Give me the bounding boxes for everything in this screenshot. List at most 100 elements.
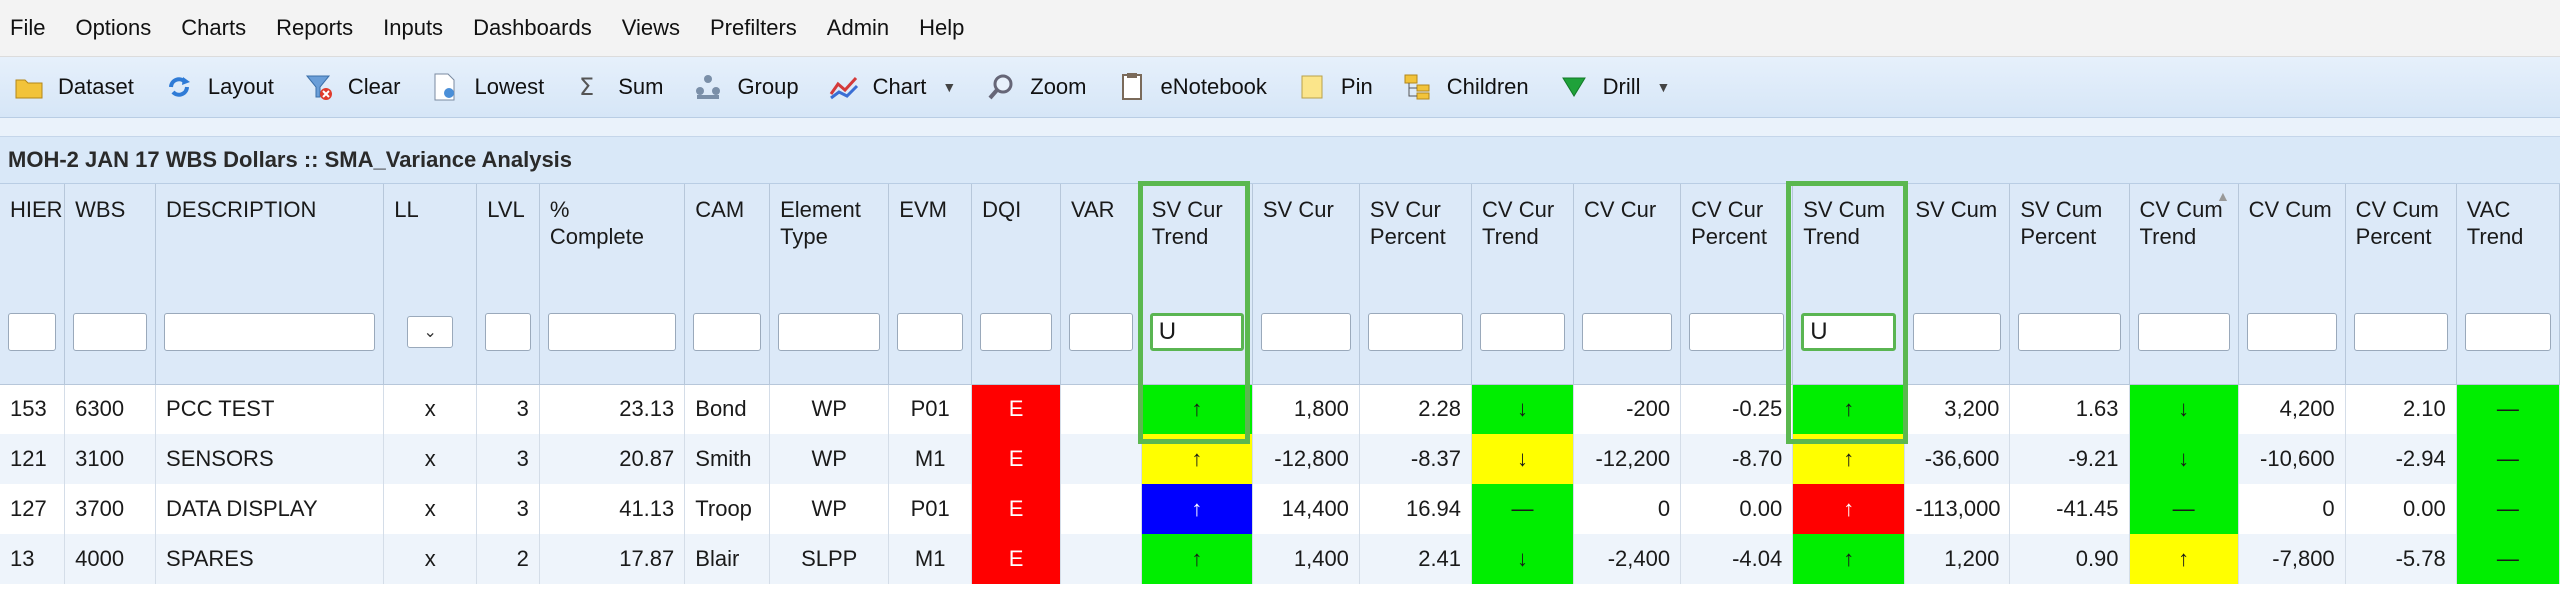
layout-button[interactable]: Layout [164, 72, 274, 102]
column-header-desc[interactable]: DESCRIPTION [155, 184, 385, 281]
funnel-clear-icon [304, 72, 334, 102]
column-header-sv-cum-pct[interactable]: SV Cum Percent [2009, 184, 2130, 281]
column-header-sv-cum-trend[interactable]: SV Cum Trend [1792, 184, 1906, 281]
menu-file[interactable]: File [10, 15, 45, 41]
cv-cur-pct-filter-input[interactable] [1689, 313, 1785, 352]
cell-cv-cur-trend: ↓ [1471, 384, 1575, 434]
menu-admin[interactable]: Admin [827, 15, 889, 41]
cell-sv-cur-pct: 16.94 [1359, 484, 1473, 534]
column-header-cv-cur[interactable]: CV Cur [1573, 184, 1682, 281]
cell-sv-cum: 3,200 [1904, 384, 2011, 434]
cell-sv-cum: 1,200 [1904, 534, 2011, 584]
column-header-var[interactable]: VAR [1060, 184, 1142, 281]
cell-hier: 127 [0, 484, 66, 534]
sv-cum-filter-input[interactable] [1913, 313, 2002, 352]
column-header-ll[interactable]: LL [383, 184, 478, 281]
cv-cur-trend-filter-input[interactable] [1480, 313, 1566, 352]
cam-filter-input[interactable] [693, 313, 762, 352]
dataset-button[interactable]: Dataset [14, 72, 134, 102]
menu-reports[interactable]: Reports [276, 15, 353, 41]
sv-cum-pct-filter-input[interactable] [2018, 313, 2121, 352]
chevron-down-icon[interactable]: ▼ [1657, 79, 1671, 95]
column-header-cv-cur-trend[interactable]: CV Cur Trend [1471, 184, 1575, 281]
column-header-wbs[interactable]: WBS [64, 184, 157, 281]
cell-vac-trend: — [2456, 484, 2560, 534]
dqi-filter-input[interactable] [980, 313, 1052, 352]
children-button[interactable]: Children [1403, 72, 1529, 102]
chevron-down-icon[interactable]: ▼ [942, 79, 956, 95]
hier-filter-input[interactable] [8, 313, 57, 352]
column-header-cv-cum[interactable]: CV Cum [2238, 184, 2346, 281]
cell-evm: M1 [888, 434, 973, 484]
column-header-evm[interactable]: EVM [888, 184, 973, 281]
evm-filter-input[interactable] [897, 313, 964, 352]
column-header-lvl[interactable]: LVL [476, 184, 540, 281]
desc-filter-input[interactable] [164, 313, 376, 352]
column-header-cam[interactable]: CAM [684, 184, 771, 281]
cv-cum-filter-input[interactable] [2246, 313, 2337, 352]
column-header-etype[interactable]: Element Type [769, 184, 890, 281]
column-header-line1: CV Cum [2355, 197, 2439, 222]
column-header-vac-trend[interactable]: VAC Trend [2456, 184, 2560, 281]
column-header-sv-cur[interactable]: SV Cur [1252, 184, 1360, 281]
menu-views[interactable]: Views [622, 15, 680, 41]
cell-sv-cum: -113,000 [1904, 484, 2011, 534]
column-header-line2: Complete [549, 224, 644, 249]
filter-cell [769, 281, 890, 385]
column-header-pct[interactable]: % Complete [539, 184, 686, 281]
table-row[interactable]: 121 3100 SENSORS x 3 20.87 Smith WP M1 E ↑ -12,800-… [0, 434, 2560, 484]
filter-cell [888, 281, 973, 385]
column-header-cv-cur-pct[interactable]: CV Cur Percent [1680, 184, 1794, 281]
group-button[interactable]: Group [693, 72, 799, 102]
clear-button[interactable]: Clear [304, 72, 401, 102]
column-header-line1: SV Cum [2020, 197, 2103, 222]
var-filter-input[interactable] [1068, 313, 1133, 352]
sv-cur-filter-input[interactable] [1260, 313, 1351, 352]
cv-cum-pct-filter-input[interactable] [2353, 313, 2448, 352]
clear-label: Clear [347, 74, 401, 99]
cv-cur-filter-input[interactable] [1582, 313, 1673, 352]
menu-help[interactable]: Help [919, 15, 964, 41]
pin-button[interactable]: Pin [1297, 72, 1373, 102]
column-header-sv-cur-pct[interactable]: SV Cur Percent [1359, 184, 1473, 281]
cell-cv-cum: 0 [2238, 484, 2346, 534]
menu-dashboards[interactable]: Dashboards [473, 15, 592, 41]
etype-filter-input[interactable] [778, 313, 881, 352]
vac-trend-filter-input[interactable] [2464, 313, 2551, 352]
lvl-filter-input[interactable] [485, 313, 531, 352]
zoom-button[interactable]: Zoom [986, 72, 1087, 102]
ll-filter-select[interactable]: ⌄ [407, 316, 454, 349]
cell-sv-cum-pct: -41.45 [2009, 484, 2130, 534]
cell-sv-cum-pct: 1.63 [2009, 384, 2130, 434]
wbs-filter-input[interactable] [73, 313, 148, 352]
cell-hier: 13 [0, 534, 66, 584]
column-header-dqi[interactable]: DQI [971, 184, 1061, 281]
menu-charts[interactable]: Charts [181, 15, 246, 41]
pct-filter-input[interactable] [547, 313, 677, 352]
enotebook-button[interactable]: eNotebook [1117, 72, 1267, 102]
sv-cur-trend-filter-input[interactable]: U [1149, 313, 1244, 352]
column-header-cv-cum-pct[interactable]: CV Cum Percent [2345, 184, 2457, 281]
sum-button[interactable]: Σ Sum [574, 72, 663, 102]
menu-options[interactable]: Options [75, 15, 151, 41]
cell-cv-cur: 0 [1573, 484, 1682, 534]
menu-inputs[interactable]: Inputs [383, 15, 443, 41]
chart-button[interactable]: Chart ▼ [829, 72, 956, 102]
column-header-hier[interactable]: HIER [0, 184, 66, 281]
table-row[interactable]: 153 6300 PCC TEST x 3 23.13 Bond WP P01 E ↑ 1,800 2.… [0, 384, 2560, 434]
cv-cum-trend-filter-input[interactable] [2137, 313, 2230, 352]
enotebook-label: eNotebook [1160, 74, 1267, 99]
column-header-sv-cur-trend[interactable]: SV Cur Trend [1141, 184, 1253, 281]
cell-pct: 20.87 [539, 434, 686, 484]
menu-prefilters[interactable]: Prefilters [710, 15, 797, 41]
drill-button[interactable]: Drill ▼ [1559, 72, 1671, 102]
column-header-sv-cum[interactable]: SV Cum [1904, 184, 2011, 281]
table-row[interactable]: 127 3700 DATA DISPLAY x 3 41.13 Troop WP P01 E ↑ 14… [0, 484, 2560, 534]
table-row[interactable]: 13 4000 SPARES x 2 17.87 Blair SLPP M1 E ↑ 1,400 2.4… [0, 534, 2560, 584]
pin-label: Pin [1340, 74, 1373, 99]
lowest-button[interactable]: Lowest [430, 72, 544, 102]
filter-cell [476, 281, 540, 385]
sv-cur-pct-filter-input[interactable] [1367, 313, 1464, 352]
sum-label: Sum [618, 74, 664, 99]
sv-cum-trend-filter-input[interactable]: U [1801, 313, 1897, 352]
